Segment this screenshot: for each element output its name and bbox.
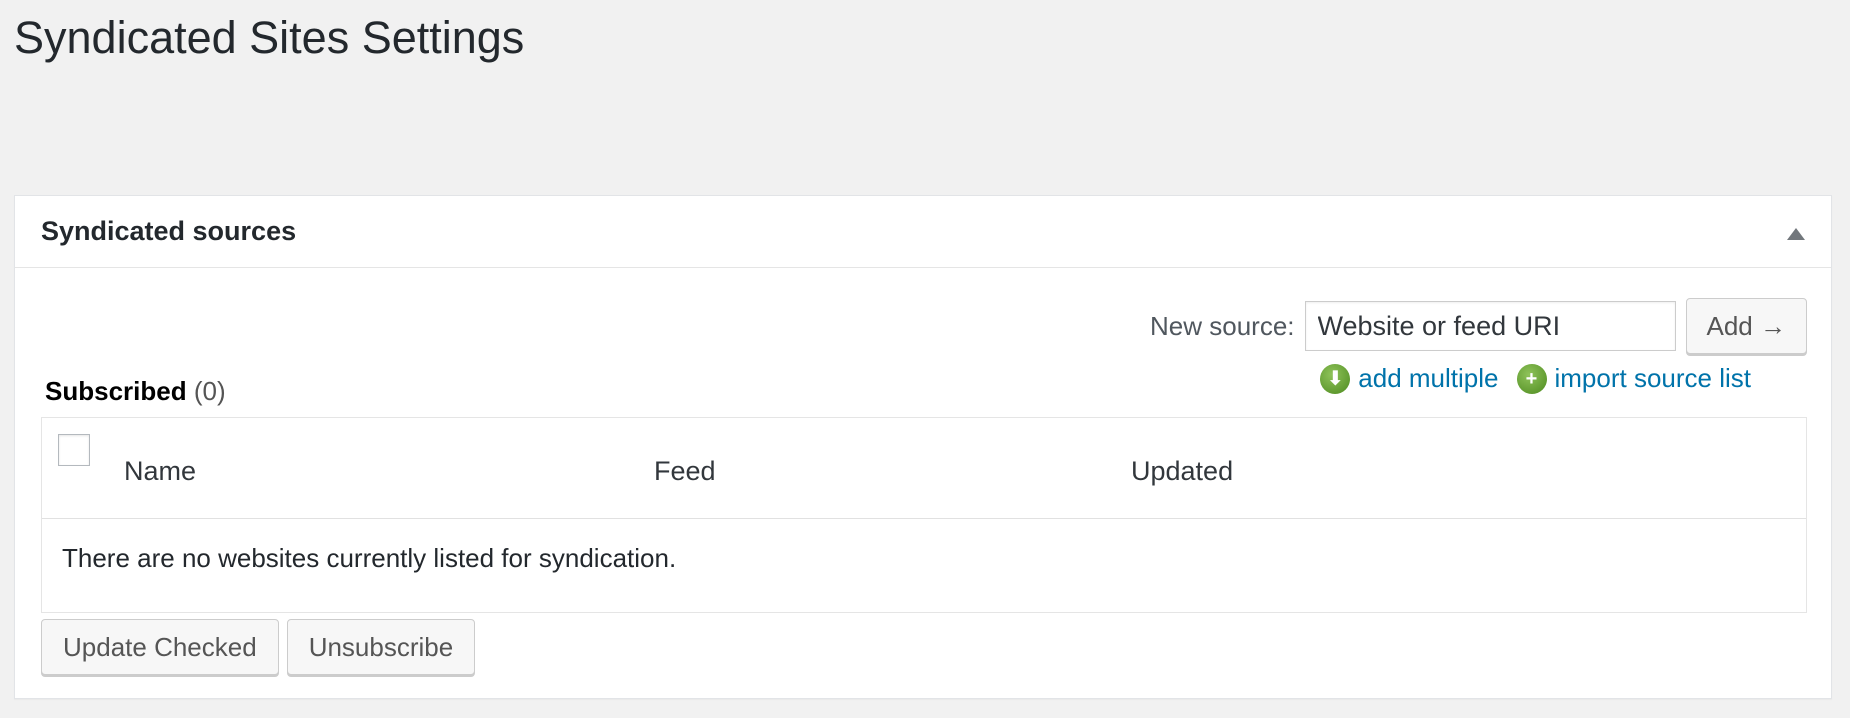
source-links: ⬇ add multiple + import source list — [1302, 363, 1751, 394]
select-all-checkbox[interactable] — [58, 434, 90, 466]
empty-table-message: There are no websites currently listed f… — [62, 543, 677, 573]
subscribed-count: (0) — [193, 376, 226, 406]
column-feed[interactable]: Feed — [654, 456, 716, 487]
triangle-up-icon[interactable] — [1787, 228, 1805, 240]
new-source-row: New source: Add → — [1150, 298, 1807, 354]
update-checked-button[interactable]: Update Checked — [41, 619, 279, 675]
column-name[interactable]: Name — [124, 456, 196, 487]
unsubscribe-button[interactable]: Unsubscribe — [286, 619, 476, 675]
syndicated-sources-postbox: Syndicated sources New source: Add → ⬇ a… — [14, 195, 1832, 699]
green-plus-icon: + — [1516, 363, 1547, 394]
import-source-list-label: import source list — [1554, 363, 1752, 393]
green-arrow-down-icon: ⬇ — [1320, 363, 1351, 394]
new-source-input[interactable] — [1304, 301, 1676, 351]
column-updated[interactable]: Updated — [1131, 456, 1233, 487]
new-source-label: New source: — [1150, 310, 1295, 341]
subscribed-label: Subscribed — [45, 376, 187, 406]
postbox-title: Syndicated sources — [41, 216, 297, 246]
sources-table: Name Feed Updated There are no websites … — [41, 417, 1807, 613]
table-header: Name Feed Updated — [42, 418, 1806, 519]
page-title: Syndicated Sites Settings — [14, 12, 525, 63]
add-multiple-link[interactable]: ⬇ add multiple — [1320, 363, 1499, 394]
import-source-list-link[interactable]: + import source list — [1516, 363, 1752, 394]
bulk-actions: Update Checked Unsubscribe — [41, 619, 483, 675]
postbox-header[interactable]: Syndicated sources — [15, 196, 1831, 268]
add-source-button[interactable]: Add → — [1685, 298, 1807, 354]
subscribed-heading: Subscribed (0) — [45, 376, 226, 407]
add-multiple-label: add multiple — [1358, 363, 1499, 393]
